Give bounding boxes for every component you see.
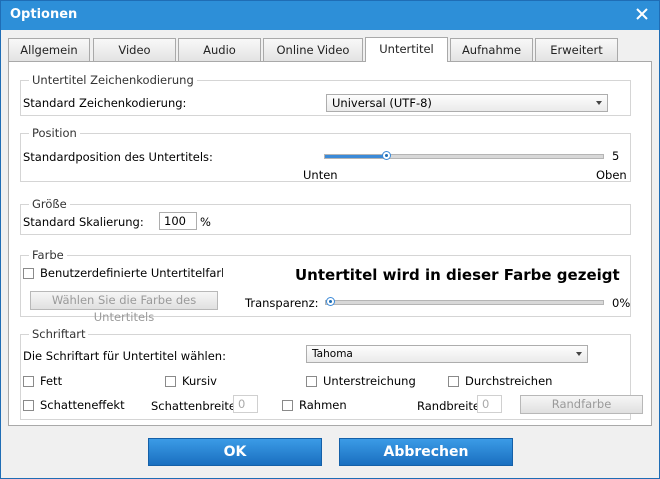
encoding-value: Universal (UTF-8): [332, 96, 432, 110]
italic-label: Kursiv: [182, 374, 217, 388]
frame-width-input[interactable]: 0: [477, 395, 502, 413]
encoding-legend: Untertitel Zeichenkodierung: [29, 73, 197, 87]
custom-color-label: Benutzerdefinierte Untertitelfarben ve: [40, 266, 223, 280]
bold-label: Fett: [40, 374, 63, 388]
color-legend: Farbe: [29, 248, 67, 262]
color-preview-text: Untertitel wird in dieser Farbe gezeigt: [295, 266, 620, 284]
encoding-label: Standard Zeichenkodierung:: [23, 96, 187, 110]
transparency-value: 0%: [612, 296, 631, 310]
underline-checkbox[interactable]: [306, 376, 317, 387]
font-legend: Schriftart: [29, 327, 89, 341]
italic-checkbox[interactable]: [165, 376, 176, 387]
chevron-down-icon: [576, 352, 582, 356]
tab-online-video[interactable]: Online Video: [263, 38, 363, 61]
font-label: Die Schriftart für Untertitel wählen:: [23, 349, 226, 363]
close-icon[interactable]: [633, 5, 651, 23]
title-bar[interactable]: Optionen: [1, 1, 659, 30]
font-value: Tahoma: [312, 348, 353, 360]
chevron-down-icon: [596, 101, 602, 105]
color-group: Farbe Benutzerdefinierte Untertitelfarbe…: [20, 248, 631, 324]
frame-color-button[interactable]: Randfarbe: [520, 395, 643, 414]
custom-color-checkbox[interactable]: [23, 268, 34, 279]
position-group: Position Standardposition des Untertitel…: [20, 126, 631, 182]
shadow-width-input[interactable]: 0: [233, 395, 258, 413]
tab-video[interactable]: Video: [93, 38, 176, 61]
position-slider-fill: [325, 155, 386, 158]
dialog-title: Optionen: [10, 7, 78, 22]
options-dialog: Optionen Allgemein Video Audio Online Vi…: [0, 0, 660, 479]
encoding-group: Untertitel Zeichenkodierung Standard Zei…: [20, 73, 631, 116]
tab-panel-untertitel: Untertitel Zeichenkodierung Standard Zei…: [8, 61, 652, 426]
scale-unit: %: [200, 215, 211, 229]
cancel-button[interactable]: Abbrechen: [339, 438, 513, 466]
transparency-slider-thumb[interactable]: [326, 297, 335, 306]
tab-untertitel[interactable]: Untertitel: [365, 37, 448, 62]
font-select[interactable]: Tahoma: [306, 345, 588, 363]
strike-checkbox[interactable]: [448, 376, 459, 387]
position-label: Standardposition des Untertitels:: [23, 150, 213, 164]
position-legend: Position: [29, 126, 80, 140]
underline-label: Unterstreichung: [323, 374, 416, 388]
frame-width-label: Randbreite:: [417, 399, 484, 413]
shadow-label: Schatteneffekt: [40, 398, 125, 412]
bold-checkbox[interactable]: [23, 376, 34, 387]
ok-button[interactable]: OK: [148, 438, 322, 466]
position-slider-thumb[interactable]: [382, 151, 391, 160]
strike-label: Durchstreichen: [465, 374, 553, 388]
choose-color-button[interactable]: Wählen Sie die Farbe des Untertitels: [30, 291, 218, 324]
scale-label: Standard Skalierung:: [23, 215, 144, 229]
frame-label: Rahmen: [299, 398, 347, 412]
position-min-label: Unten: [303, 168, 338, 182]
tab-audio[interactable]: Audio: [178, 38, 261, 61]
scale-input[interactable]: 100: [159, 212, 197, 230]
tab-aufnahme[interactable]: Aufnahme: [450, 38, 533, 61]
position-slider[interactable]: [324, 151, 604, 160]
size-legend: Größe: [29, 197, 70, 211]
transparency-slider[interactable]: [325, 297, 604, 306]
position-max-label: Oben: [596, 168, 627, 182]
encoding-select[interactable]: Universal (UTF-8): [326, 94, 608, 112]
size-group: Größe Standard Skalierung: 100 %: [20, 197, 631, 235]
tab-erweitert[interactable]: Erweitert: [535, 38, 618, 61]
shadow-checkbox[interactable]: [23, 400, 34, 411]
frame-checkbox[interactable]: [282, 400, 293, 411]
font-group: Schriftart Die Schriftart für Untertitel…: [20, 327, 643, 420]
shadow-width-label: Schattenbreite:: [151, 399, 240, 413]
tab-allgemein[interactable]: Allgemein: [8, 38, 90, 61]
transparency-label: Transparenz:: [245, 296, 319, 310]
position-value: 5: [612, 149, 620, 163]
